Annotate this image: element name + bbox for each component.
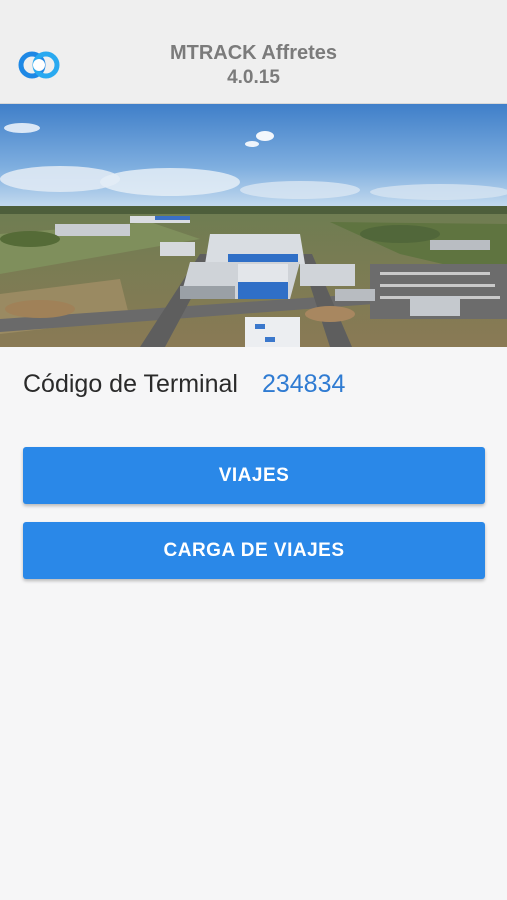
aerial-warehouse-photo bbox=[0, 104, 507, 347]
terminal-code: 234834 bbox=[261, 369, 346, 398]
app-header: MTRACK Affretes 4.0.15 bbox=[0, 0, 507, 104]
viajes-button[interactable]: VIAJES bbox=[23, 447, 485, 504]
header-title-block: MTRACK Affretes 4.0.15 bbox=[0, 40, 507, 90]
terminal-row: Código de Terminal 234834 bbox=[23, 368, 345, 400]
app-version: 4.0.15 bbox=[227, 67, 280, 88]
carga-de-viajes-button[interactable]: CARGA DE VIAJES bbox=[23, 522, 485, 579]
app-title: MTRACK Affretes bbox=[169, 42, 338, 64]
terminal-label: Código de Terminal bbox=[23, 369, 238, 398]
app-screen: MTRACK Affretes 4.0.15 Código de Termina… bbox=[0, 0, 507, 900]
